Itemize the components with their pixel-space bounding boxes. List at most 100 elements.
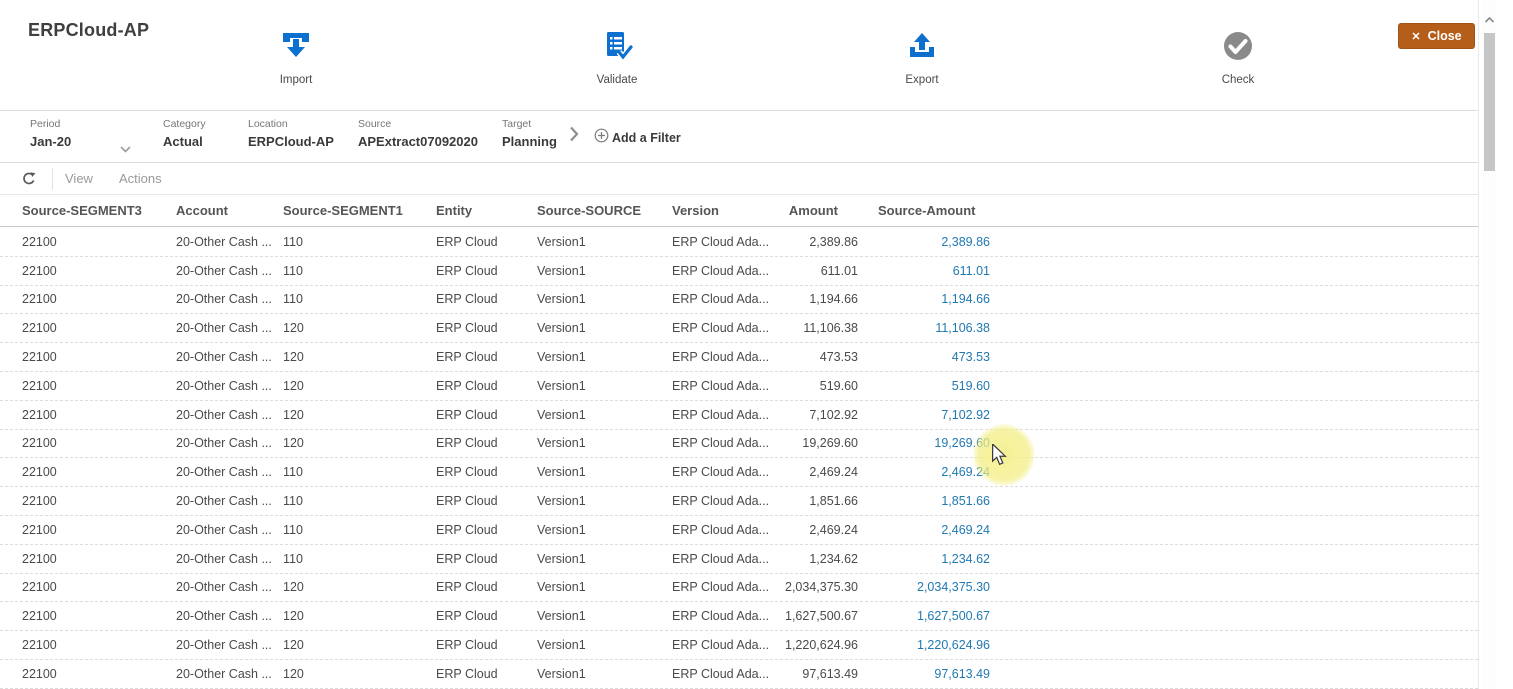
table-row[interactable]: 2210020-Other Cash ...120ERP CloudVersio… [0, 343, 1478, 372]
period-dropdown-icon[interactable] [120, 140, 131, 158]
column-header-source-segment1[interactable]: Source-SEGMENT1 [283, 203, 436, 218]
table-row[interactable]: 2210020-Other Cash ...110ERP CloudVersio… [0, 545, 1478, 574]
cell-source-segment1: 110 [283, 494, 436, 508]
cell-account: 20-Other Cash ... [176, 580, 283, 594]
cell-amount: 519.60 [773, 379, 858, 393]
cell-source-amount[interactable]: 1,851.66 [858, 494, 990, 508]
column-header-account[interactable]: Account [176, 203, 283, 218]
cell-account: 20-Other Cash ... [176, 321, 283, 335]
vertical-scrollbar[interactable] [1482, 0, 1497, 689]
cell-entity: ERP Cloud [436, 494, 537, 508]
column-header-version[interactable]: Version [672, 203, 773, 218]
cell-version: ERP Cloud Ada... [672, 292, 773, 306]
filter-location[interactable]: Location ERPCloud-AP [248, 118, 334, 149]
cell-source-segment1: 110 [283, 264, 436, 278]
filter-source-label: Source [358, 118, 478, 130]
validate-button[interactable]: Validate [562, 30, 672, 86]
menu-divider [52, 168, 53, 190]
cell-amount: 2,469.24 [773, 523, 858, 537]
filter-bar: Period Jan-20 Category Actual Location E… [0, 110, 1478, 163]
cell-version: ERP Cloud Ada... [672, 235, 773, 249]
cell-source-amount[interactable]: 19,269.60 [858, 436, 990, 450]
column-header-amount[interactable]: Amount [773, 203, 858, 218]
cell-version: ERP Cloud Ada... [672, 552, 773, 566]
table-row[interactable]: 2210020-Other Cash ...110ERP CloudVersio… [0, 257, 1478, 286]
cell-source-amount[interactable]: 2,389.86 [858, 235, 990, 249]
table-row[interactable]: 2210020-Other Cash ...110ERP CloudVersio… [0, 487, 1478, 516]
import-label: Import [241, 74, 351, 86]
filter-target[interactable]: Target Planning [502, 118, 557, 149]
cell-source-amount[interactable]: 11,106.38 [858, 321, 990, 335]
actions-menu[interactable]: Actions [119, 171, 162, 186]
table-row[interactable]: 2210020-Other Cash ...120ERP CloudVersio… [0, 660, 1478, 689]
filter-target-value: Planning [502, 134, 557, 149]
close-button[interactable]: ✕ Close [1398, 23, 1475, 49]
cell-source-source: Version1 [537, 235, 672, 249]
cell-source-amount[interactable]: 2,469.24 [858, 523, 990, 537]
export-button[interactable]: Export [867, 30, 977, 86]
close-icon: ✕ [1411, 30, 1420, 43]
cell-source-amount[interactable]: 1,234.62 [858, 552, 990, 566]
cell-source-segment3: 22100 [22, 552, 176, 566]
view-menu[interactable]: View [65, 171, 93, 186]
cell-source-amount[interactable]: 473.53 [858, 350, 990, 364]
filter-location-label: Location [248, 118, 334, 130]
column-header-entity[interactable]: Entity [436, 203, 537, 218]
chevron-right-icon[interactable] [569, 126, 579, 147]
cell-account: 20-Other Cash ... [176, 408, 283, 422]
column-header-source-amount[interactable]: Source-Amount [858, 203, 990, 218]
cell-entity: ERP Cloud [436, 235, 537, 249]
cell-source-segment1: 110 [283, 523, 436, 537]
table-row[interactable]: 2210020-Other Cash ...120ERP CloudVersio… [0, 314, 1478, 343]
cell-source-amount[interactable]: 1,194.66 [858, 292, 990, 306]
cell-source-amount[interactable]: 7,102.92 [858, 408, 990, 422]
table-row[interactable]: 2210020-Other Cash ...110ERP CloudVersio… [0, 458, 1478, 487]
cell-source-segment3: 22100 [22, 436, 176, 450]
cell-source-amount[interactable]: 97,613.49 [858, 667, 990, 681]
cell-source-source: Version1 [537, 523, 672, 537]
cell-source-segment1: 120 [283, 667, 436, 681]
cell-source-amount[interactable]: 611.01 [858, 264, 990, 278]
cell-source-amount[interactable]: 519.60 [858, 379, 990, 393]
table-row[interactable]: 2210020-Other Cash ...110ERP CloudVersio… [0, 228, 1478, 257]
refresh-icon[interactable] [20, 170, 38, 188]
cell-source-segment1: 110 [283, 552, 436, 566]
table-row[interactable]: 2210020-Other Cash ...120ERP CloudVersio… [0, 372, 1478, 401]
import-button[interactable]: Import [241, 30, 351, 86]
column-header-source-segment3[interactable]: Source-SEGMENT3 [22, 203, 176, 218]
filter-period[interactable]: Period Jan-20 [30, 118, 71, 149]
table-row[interactable]: 2210020-Other Cash ...110ERP CloudVersio… [0, 516, 1478, 545]
filter-period-label: Period [30, 118, 71, 130]
table-row[interactable]: 2210020-Other Cash ...120ERP CloudVersio… [0, 430, 1478, 459]
cell-entity: ERP Cloud [436, 264, 537, 278]
cell-source-amount[interactable]: 2,469.24 [858, 465, 990, 479]
add-filter-button[interactable]: Add a Filter [594, 128, 681, 148]
check-button[interactable]: Check [1183, 30, 1293, 86]
cell-source-amount[interactable]: 1,220,624.96 [858, 638, 990, 652]
scrollbar-thumb[interactable] [1484, 33, 1495, 171]
cell-source-segment1: 120 [283, 321, 436, 335]
table-row[interactable]: 2210020-Other Cash ...120ERP CloudVersio… [0, 631, 1478, 660]
cell-source-source: Version1 [537, 580, 672, 594]
cell-source-source: Version1 [537, 379, 672, 393]
cell-source-segment1: 120 [283, 609, 436, 623]
table-row[interactable]: 2210020-Other Cash ...120ERP CloudVersio… [0, 602, 1478, 631]
cell-amount: 1,220,624.96 [773, 638, 858, 652]
scroll-up-icon[interactable] [1484, 16, 1495, 27]
cell-source-amount[interactable]: 1,627,500.67 [858, 609, 990, 623]
filter-category[interactable]: Category Actual [163, 118, 206, 149]
cell-account: 20-Other Cash ... [176, 667, 283, 681]
table-row[interactable]: 2210020-Other Cash ...120ERP CloudVersio… [0, 401, 1478, 430]
filter-source[interactable]: Source APExtract07092020 [358, 118, 478, 149]
cell-source-segment1: 120 [283, 408, 436, 422]
table-row[interactable]: 2210020-Other Cash ...110ERP CloudVersio… [0, 286, 1478, 315]
column-header-source-source[interactable]: Source-SOURCE [537, 203, 672, 218]
table-row[interactable]: 2210020-Other Cash ...120ERP CloudVersio… [0, 574, 1478, 603]
cell-source-segment3: 22100 [22, 523, 176, 537]
cell-amount: 611.01 [773, 264, 858, 278]
table-header-row: Source-SEGMENT3AccountSource-SEGMENT1Ent… [0, 195, 1478, 227]
cell-version: ERP Cloud Ada... [672, 580, 773, 594]
cell-source-amount[interactable]: 2,034,375.30 [858, 580, 990, 594]
cell-amount: 473.53 [773, 350, 858, 364]
filter-period-value: Jan-20 [30, 134, 71, 149]
